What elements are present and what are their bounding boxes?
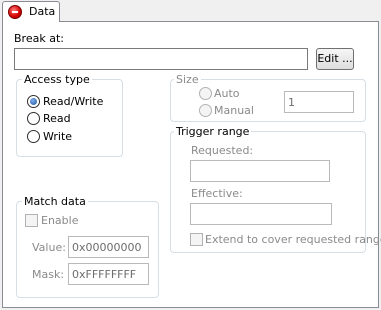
break-at-input[interactable] (14, 48, 308, 70)
mask-label: Mask: (32, 268, 65, 281)
value-label: Value: (32, 241, 66, 254)
effective-input[interactable] (190, 203, 332, 225)
access-type-title: Access type (22, 73, 92, 86)
requested-input[interactable] (190, 160, 330, 182)
edit-button[interactable]: Edit ... (316, 48, 354, 70)
size-auto-label[interactable]: Auto (214, 87, 240, 100)
read-label[interactable]: Read (43, 112, 71, 125)
read-radio[interactable] (27, 112, 40, 125)
trigger-range-title: Trigger range (174, 125, 252, 138)
extend-range-label[interactable]: Extend to cover requested range (205, 233, 381, 246)
value-input[interactable] (68, 236, 149, 258)
break-at-label: Break at: (14, 32, 64, 45)
tab-data[interactable]: Data (2, 1, 60, 22)
read-write-radio[interactable] (27, 95, 40, 108)
write-radio[interactable] (27, 130, 40, 143)
size-auto-radio[interactable] (199, 87, 212, 100)
stop-icon (8, 5, 22, 19)
match-data-title: Match data (22, 195, 88, 208)
read-write-label[interactable]: Read/Write (43, 95, 103, 108)
write-label[interactable]: Write (43, 130, 72, 143)
size-manual-radio[interactable] (199, 104, 212, 117)
enable-checkbox[interactable] (25, 214, 38, 227)
enable-label[interactable]: Enable (41, 214, 78, 227)
effective-label: Effective: (191, 187, 243, 200)
size-manual-label[interactable]: Manual (214, 104, 254, 117)
extend-range-checkbox[interactable] (190, 233, 203, 246)
mask-input[interactable] (68, 263, 149, 285)
requested-label: Requested: (191, 144, 254, 157)
size-title: Size (174, 73, 201, 86)
size-value-input[interactable] (284, 91, 354, 113)
tab-data-label: Data (29, 5, 56, 18)
